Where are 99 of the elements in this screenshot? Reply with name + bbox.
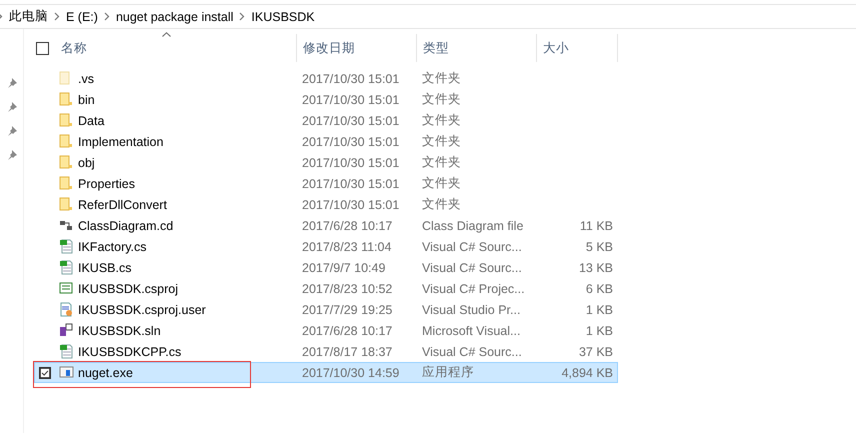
modified-date: 2017/10/30 15:01	[301, 72, 400, 86]
file-size: 1 KB	[586, 302, 614, 316]
file-row[interactable]: IKFactory.cs 2017/8/23 11:04 Visual C# Sourc... 5 KB	[34, 236, 618, 257]
file-name: Properties	[78, 176, 136, 190]
modified-date: 2017/9/7 10:49	[301, 260, 386, 274]
file-type: 文件夹	[421, 175, 462, 192]
file-row[interactable]: IKUSBSDK.sln 2017/6/28 10:17 Microsoft Visual... 1 KB	[34, 320, 618, 341]
folder-icon	[59, 155, 74, 170]
file-row[interactable]: IKUSBSDKCPP.cs 2017/8/17 18:37 Visual C# Sourc... 37 KB	[34, 341, 618, 362]
file-name: IKUSB.cs	[78, 260, 132, 274]
file-row[interactable]: obj 2017/10/30 15:01 文件夹	[34, 152, 618, 173]
file-size: 6 KB	[586, 282, 614, 296]
file-name: IKUSBSDK.sln	[78, 324, 162, 338]
file-icon	[59, 239, 74, 254]
file-type: 文件夹	[421, 70, 462, 87]
file-icon	[59, 281, 74, 296]
file-row[interactable]: Data 2017/10/30 15:01 文件夹	[34, 110, 618, 131]
select-all-checkbox[interactable]	[36, 42, 49, 54]
breadcrumb-item[interactable]: E (E:)	[66, 10, 98, 24]
file-name: IKFactory.cs	[78, 240, 148, 254]
column-header[interactable]: 大小	[536, 34, 618, 62]
file-type: Microsoft Visual...	[421, 324, 522, 338]
file-type: 文件夹	[421, 91, 462, 108]
modified-date: 2017/10/30 14:59	[301, 366, 400, 380]
file-icon	[59, 302, 74, 317]
modified-date: 2017/10/30 15:01	[301, 114, 400, 128]
chevron-icon[interactable]	[54, 12, 60, 21]
file-row[interactable]: .vs 2017/10/30 15:01 文件夹	[34, 68, 618, 89]
file-type: Visual C# Projec...	[421, 282, 526, 296]
pin-icon[interactable]	[6, 78, 16, 88]
file-type: 文件夹	[421, 112, 462, 129]
modified-date: 2017/10/30 15:01	[301, 134, 400, 148]
modified-date: 2017/8/23 11:04	[301, 240, 392, 254]
file-row[interactable]: IKUSBSDK.csproj.user 2017/7/29 19:25 Visual Studio Pr... 1 KB	[34, 299, 618, 320]
modified-date: 2017/10/30 15:01	[301, 198, 400, 212]
file-name: .vs	[78, 72, 95, 86]
file-row[interactable]: ReferDllConvert 2017/10/30 15:01 文件夹	[34, 194, 618, 215]
file-name: IKUSBSDK.csproj.user	[78, 302, 207, 316]
pin-icon[interactable]	[6, 102, 16, 112]
folder-icon	[59, 134, 74, 149]
file-type: Visual Studio Pr...	[421, 302, 522, 316]
column-header[interactable]: 修改日期	[296, 34, 416, 62]
breadcrumb-item[interactable]: IKUSBSDK	[251, 10, 315, 24]
file-size: 37 KB	[578, 344, 614, 358]
file-name: nuget.exe	[78, 366, 134, 380]
file-size: 13 KB	[578, 260, 614, 274]
file-row[interactable]: Properties 2017/10/30 15:01 文件夹	[34, 173, 618, 194]
file-name: obj	[78, 156, 96, 170]
modified-date: 2017/6/28 10:17	[301, 324, 394, 338]
modified-date: 2017/8/17 18:37	[301, 344, 394, 358]
file-type: Visual C# Sourc...	[421, 260, 523, 274]
column-header[interactable]: 名称	[56, 34, 296, 62]
modified-date: 2017/10/30 15:01	[301, 156, 400, 170]
file-row[interactable]: IKUSB.cs 2017/9/7 10:49 Visual C# Sourc... 13 KB	[34, 257, 618, 278]
modified-date: 2017/10/30 15:01	[301, 176, 400, 190]
file-row[interactable]: ClassDiagram.cd 2017/6/28 10:17 Class Diagram file 11 KB	[34, 215, 618, 236]
file-icon	[59, 344, 74, 359]
file-row[interactable]: bin 2017/10/30 15:01 文件夹	[34, 89, 618, 110]
file-size: 1 KB	[586, 324, 614, 338]
file-name: IKUSBSDKCPP.cs	[78, 344, 182, 358]
file-icon	[59, 218, 74, 233]
modified-date: 2017/8/23 10:52	[301, 282, 394, 296]
file-type: 文件夹	[421, 154, 462, 171]
file-name: IKUSBSDK.csproj	[78, 282, 180, 296]
file-type: Visual C# Sourc...	[421, 344, 523, 358]
folder-icon	[59, 113, 74, 128]
breadcrumb-item[interactable]: nuget package install	[116, 10, 234, 24]
pin-icon[interactable]	[6, 126, 16, 136]
modified-date: 2017/6/28 10:17	[301, 218, 394, 232]
file-type: Class Diagram file	[421, 218, 524, 232]
file-type: Visual C# Sourc...	[421, 240, 523, 254]
file-name: ReferDllConvert	[78, 198, 168, 212]
chevron-icon[interactable]	[239, 12, 246, 21]
file-icon	[59, 260, 74, 275]
modified-date: 2017/7/29 19:25	[301, 302, 394, 316]
file-size: 4,894 KB	[562, 366, 614, 380]
file-size: 5 KB	[586, 240, 614, 254]
file-name: Implementation	[78, 134, 164, 148]
folder-icon	[59, 176, 74, 191]
breadcrumb-item[interactable]: 此电脑	[9, 8, 48, 25]
modified-date: 2017/10/30 15:01	[301, 92, 400, 106]
file-row[interactable]: IKUSBSDK.csproj 2017/8/23 10:52 Visual C# Projec... 6 KB	[34, 278, 618, 299]
file-icon	[59, 323, 74, 338]
checkbox[interactable]	[39, 366, 51, 378]
file-name: ClassDiagram.cd	[78, 218, 174, 232]
file-icon	[59, 365, 74, 380]
file-type: 应用程序	[421, 364, 475, 381]
file-name: Data	[78, 114, 106, 128]
file-row[interactable]: nuget.exe 2017/10/30 14:59 应用程序 4,894 KB	[34, 362, 618, 383]
folder-icon	[59, 197, 74, 212]
file-type: 文件夹	[421, 196, 462, 213]
file-name: bin	[78, 92, 96, 106]
file-row[interactable]: Implementation 2017/10/30 15:01 文件夹	[34, 131, 618, 152]
folder-icon	[59, 92, 74, 107]
column-header[interactable]: 类型	[416, 34, 536, 62]
pin-icon[interactable]	[6, 150, 16, 160]
file-size: 11 KB	[580, 218, 614, 232]
file-type: 文件夹	[421, 133, 462, 150]
chevron-icon[interactable]	[104, 12, 110, 21]
